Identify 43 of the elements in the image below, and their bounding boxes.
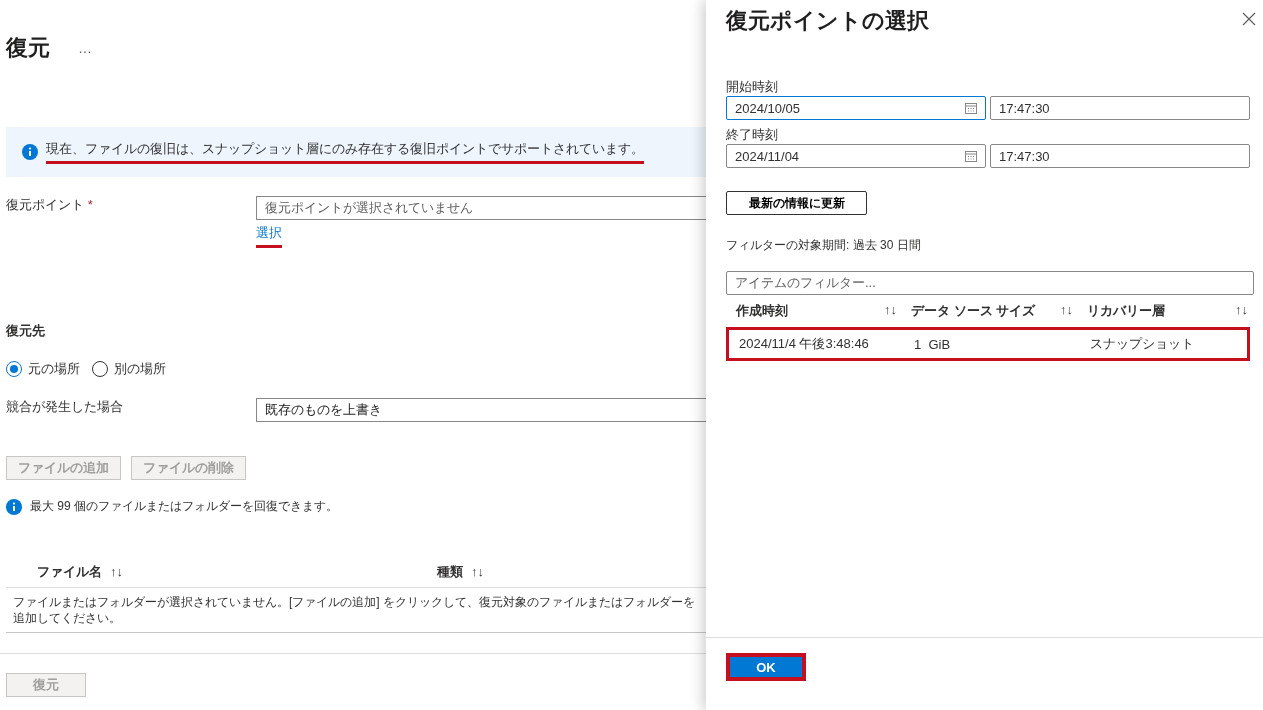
ok-button[interactable]: OK <box>726 653 806 681</box>
select-link[interactable]: 選択 <box>256 224 282 248</box>
radio-option[interactable]: 別の場所 <box>92 360 166 378</box>
panel-title: 復元ポイントの選択 <box>726 7 929 34</box>
column-header[interactable]: ファイル名 ↑↓ <box>37 563 437 581</box>
date-field[interactable]: 2024/11/04 <box>726 144 986 168</box>
column-header[interactable]: リカバリー層 <box>1087 302 1165 320</box>
info-text: 最大 99 個のファイルまたはフォルダーを回復できます。 <box>30 498 338 515</box>
page-title: 復元 <box>6 34 50 62</box>
time-field[interactable]: 17:47:30 <box>990 96 1250 120</box>
banner-text: 現在、ファイルの復旧は、スナップショット層にのみ存在する復旧ポイントでサポートされています。 <box>46 140 644 164</box>
date-field[interactable]: 2024/10/05 <box>726 96 986 120</box>
sort-icon[interactable]: ↑↓ <box>110 564 123 579</box>
section-heading: 復元先 <box>6 322 46 340</box>
radio-option[interactable]: 元の場所 <box>6 360 80 378</box>
table-cell-text: 2024/11/4 午後3:48:46 <box>739 335 870 353</box>
filter-field[interactable]: アイテムのフィルター... <box>726 271 1254 295</box>
sort-icon[interactable]: ↑↓ <box>1060 302 1073 320</box>
table-cell-text: スナップショット <box>1090 335 1195 353</box>
filter-period-text: フィルターの対象期間: 過去 30 日間 <box>726 237 922 254</box>
field-label: 競合が発生した場合 <box>6 398 124 416</box>
info-icon <box>22 144 38 160</box>
conflict-dropdown[interactable]: 既存のものを上書き <box>256 398 706 422</box>
table-row[interactable]: 2024/11/4 午後3:48:46 1 GiB スナップショット <box>726 327 1250 361</box>
calendar-icon <box>965 150 977 162</box>
sort-icon[interactable]: ↑↓ <box>1235 302 1248 320</box>
time-field[interactable]: 17:47:30 <box>990 144 1250 168</box>
column-header[interactable]: 作成時刻 <box>736 302 788 320</box>
restore-point-field[interactable]: 復元ポイントが選択されていません <box>256 196 706 220</box>
more-button[interactable]: … <box>78 40 92 56</box>
sort-icon[interactable]: ↑↓ <box>884 302 897 320</box>
info-icon <box>6 498 22 515</box>
column-header[interactable]: 種類 ↑↓ <box>437 563 706 581</box>
table-cell-text: 1 GiB <box>914 336 952 352</box>
field-label: 終了時刻 <box>726 126 779 144</box>
calendar-icon <box>965 102 977 114</box>
refresh-button[interactable]: 最新の情報に更新 <box>726 191 867 215</box>
field-label: 復元ポイント * <box>6 196 94 214</box>
sort-icon[interactable]: ↑↓ <box>471 564 484 579</box>
empty-message: ファイルまたはフォルダーが選択されていません。[ファイルの追加] をクリックして、復元対象のファイルまたはフォルダーを追加してください。 <box>6 588 706 633</box>
column-header[interactable]: データ ソース サイズ <box>911 302 1036 320</box>
close-icon[interactable] <box>1242 12 1256 26</box>
field-label: 開始時刻 <box>726 78 779 96</box>
